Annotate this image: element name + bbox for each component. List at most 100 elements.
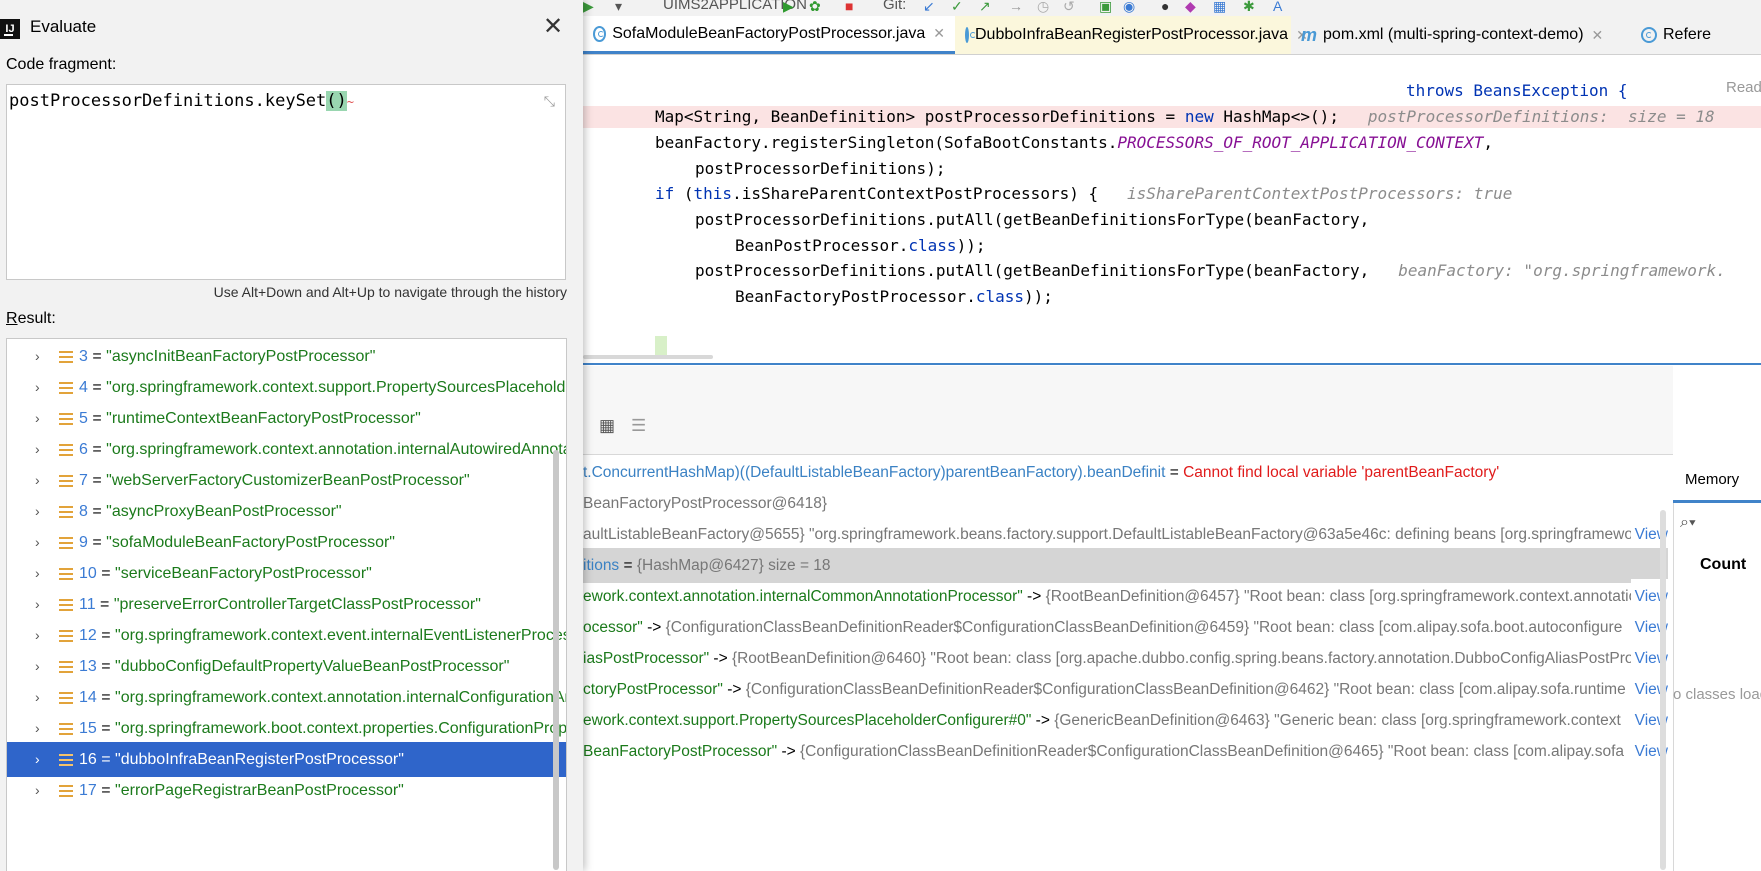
result-tree[interactable]: › 3 = "asyncInitBeanFactoryPostProcessor"… [6, 338, 567, 871]
result-row[interactable]: › 13 = "dubboConfigDefaultPropertyValueBe… [7, 649, 566, 684]
vcs-icon[interactable]: ▣ [1099, 0, 1112, 13]
result-row[interactable]: › 5 = "runtimeContextBeanFactoryPostProce… [7, 401, 566, 436]
editor-divider[interactable] [583, 363, 1761, 365]
reader-mode-label[interactable]: Read [1726, 79, 1761, 96]
tab-memory[interactable]: Memory [1673, 455, 1761, 503]
result-label: Result: [6, 310, 56, 328]
variable-row[interactable]: iasPostProcessor" -> {RootBeanDefinition… [583, 641, 1668, 676]
result-row[interactable]: › 3 = "asyncInitBeanFactoryPostProcessor" [7, 339, 566, 374]
result-entry: 10 = "serviceBeanFactoryPostProcessor" [79, 556, 372, 591]
vcs-blue-icon[interactable]: ◉ [1123, 0, 1135, 13]
git-arrow-icon[interactable]: → [1009, 0, 1023, 13]
expand-arrow-icon[interactable]: › [35, 773, 40, 808]
revert-icon[interactable]: ↺ [1063, 0, 1075, 13]
expand-arrow-icon[interactable]: › [35, 432, 40, 467]
tab-dubbo-infra[interactable]: DubboInfraBeanRegisterPostProcessor.java… [955, 16, 1308, 54]
stop-icon[interactable]: ■ [845, 0, 853, 13]
map-key: ocessor" [583, 619, 643, 636]
close-tab-icon[interactable]: ✕ [933, 25, 945, 42]
format-icon[interactable]: ☰ [631, 416, 646, 436]
code-text: )); [956, 236, 986, 255]
result-scrollbar[interactable] [553, 450, 559, 870]
git-commit-icon[interactable]: ✓ [951, 0, 963, 13]
result-row[interactable]: › 15 = "org.springframework.boot.context.… [7, 711, 566, 746]
result-index: 4 [79, 379, 88, 396]
result-row[interactable]: › 11 = "preserveErrorControllerTargetClas… [7, 587, 566, 622]
expand-arrow-icon[interactable]: › [35, 649, 40, 684]
tab-sofa-module[interactable]: SofaModuleBeanFactoryPostProcessor.java … [583, 16, 955, 54]
code-fragment-input[interactable]: postProcessorDefinitions.keySet()~ ⤡ [6, 84, 566, 280]
variable-separator: -> [1031, 712, 1055, 729]
result-row[interactable]: › 8 = "asyncProxyBeanPostProcessor" [7, 494, 566, 529]
expand-arrow-icon[interactable]: › [35, 618, 40, 653]
expand-arrow-icon[interactable]: › [35, 494, 40, 529]
dropdown-icon[interactable]: ▾ [615, 0, 622, 13]
result-row[interactable]: › 9 = "sofaModuleBeanFactoryPostProcessor… [7, 525, 566, 560]
variable-row[interactable]: ctoryPostProcessor" -> {ConfigurationCla… [583, 672, 1668, 707]
result-entry: 13 = "dubboConfigDefaultPropertyValueBea… [79, 649, 509, 684]
expand-arrow-icon[interactable]: › [35, 556, 40, 591]
result-row[interactable]: › 4 = "org.springframework.context.suppor… [7, 370, 566, 405]
result-value: "runtimeContextBeanFactoryPostProcessor" [106, 410, 421, 427]
variable-row[interactable]: aultListableBeanFactory@5655} "org.sprin… [583, 517, 1668, 552]
close-tab-icon[interactable]: ✕ [1592, 27, 1604, 44]
expand-arrow-icon[interactable]: › [35, 339, 40, 374]
variable-row-selected[interactable]: itions = {HashMap@6427} size = 18 [583, 548, 1668, 583]
expand-arrow-icon[interactable]: › [35, 742, 40, 777]
expand-arrow-icon[interactable]: › [35, 525, 40, 560]
variable-row[interactable]: ocessor" -> {ConfigurationClassBeanDefin… [583, 610, 1668, 645]
expand-arrow-icon[interactable]: › [35, 463, 40, 498]
expand-arrow-icon[interactable]: › [35, 711, 40, 746]
map-key: ework.context.support.PropertySourcesPla… [583, 712, 1032, 729]
run-green-icon[interactable]: ▶ [783, 0, 794, 13]
table-view-icon[interactable]: ▦ [599, 416, 615, 436]
expand-arrow-icon[interactable]: › [35, 370, 40, 405]
result-row[interactable]: › 7 = "webServerFactoryCustomizerBeanPost… [7, 463, 566, 498]
search-everywhere-icon[interactable]: ● [1161, 0, 1169, 13]
result-row[interactable]: › 17 = "errorPageRegistrarBeanPostProcess… [7, 773, 566, 808]
variables-scrollbar[interactable] [1660, 510, 1666, 870]
git-update-icon[interactable]: ↙ [923, 0, 935, 13]
code-line: postProcessorDefinitions.putAll(getBeanD… [695, 260, 1726, 282]
editor-tabs: SofaModuleBeanFactoryPostProcessor.java … [583, 16, 1761, 55]
variable-row[interactable]: t.ConcurrentHashMap)((DefaultListableBea… [583, 455, 1668, 490]
result-row[interactable]: › 14 = "org.springframework.context.annot… [7, 680, 566, 715]
variable-value: {RootBeanDefinition@6457} "Root bean: cl… [1045, 588, 1646, 605]
run-icon[interactable]: ▶ [583, 0, 594, 13]
structure-icon[interactable]: ▦ [1213, 0, 1226, 13]
expression-text: postProcessorDefinitions.keySet [9, 91, 327, 111]
result-row[interactable]: › 10 = "serviceBeanFactoryPostProcessor" [7, 556, 566, 591]
dialog-title-bar[interactable]: IJ Evaluate ✕ [0, 0, 583, 52]
field-icon [59, 599, 73, 611]
translate-icon[interactable]: A [1273, 0, 1282, 13]
result-value: "org.springframework.context.annotation.… [106, 441, 566, 458]
horizontal-scrollbar[interactable] [583, 355, 713, 359]
variable-row[interactable]: ework.context.annotation.internalCommonA… [583, 579, 1668, 614]
result-row[interactable]: › 12 = "org.springframework.context.event… [7, 618, 566, 653]
result-row[interactable]: › 6 = "org.springframework.context.annota… [7, 432, 566, 467]
code-text: .isShareParentContextPostProcessors) { [732, 184, 1099, 203]
tab-pom-xml[interactable]: m pom.xml (multi-spring-context-demo) ✕ [1291, 16, 1631, 54]
expand-icon[interactable]: ⤡ [544, 93, 555, 110]
code-editor[interactable]: throws BeansException { Map<String, Bean… [583, 55, 1761, 365]
variable-row[interactable]: BeanFactoryPostProcessor" -> {Configurat… [583, 734, 1668, 769]
result-separator: = [96, 720, 116, 737]
result-row-selected[interactable]: › 16 = "dubboInfraBeanRegisterPostProcess… [7, 742, 566, 777]
git-push-icon[interactable]: ↗ [979, 0, 991, 13]
code-line: BeanFactoryPostProcessor.class)); [735, 286, 1053, 308]
expand-arrow-icon[interactable]: › [35, 680, 40, 715]
expand-arrow-icon[interactable]: › [35, 401, 40, 436]
plugin-icon[interactable]: ◆ [1185, 0, 1196, 13]
result-index: 13 [79, 658, 97, 675]
variable-row[interactable]: BeanFactoryPostProcessor@6418} [583, 486, 1668, 521]
tab-refere[interactable]: Refere [1631, 16, 1761, 54]
dialog-title: Evaluate [30, 17, 97, 36]
close-icon[interactable]: ✕ [543, 12, 563, 41]
history-icon[interactable]: ◷ [1037, 0, 1049, 13]
variable-row[interactable]: ework.context.support.PropertySourcesPla… [583, 703, 1668, 738]
search-icon[interactable]: ⌕▾ [1680, 514, 1696, 532]
expand-arrow-icon[interactable]: › [35, 587, 40, 622]
count-column-header[interactable]: Count [1700, 556, 1746, 574]
debug-icon[interactable]: ✿ [809, 0, 821, 13]
extension-icon[interactable]: ✱ [1243, 0, 1255, 13]
